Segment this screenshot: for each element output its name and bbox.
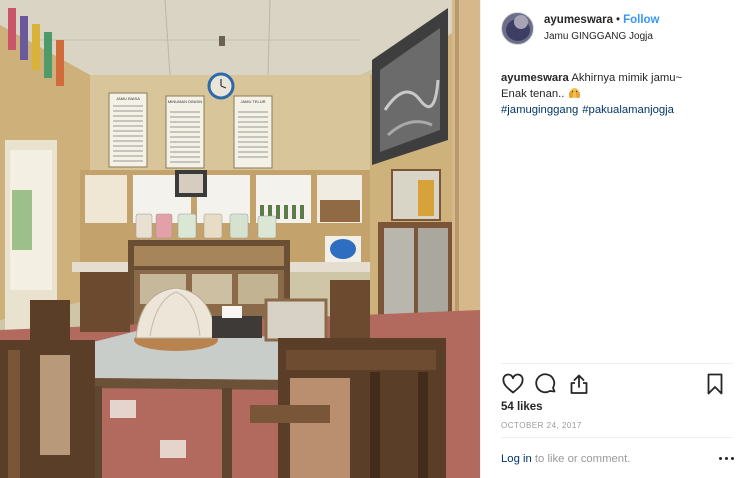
- heart-icon[interactable]: [501, 372, 525, 396]
- location-link[interactable]: Jamu GINGGANG Jogja: [544, 31, 653, 42]
- login-prompt: Log in to like or comment.: [501, 453, 630, 465]
- hands-over-face-emoji-icon: [568, 88, 580, 98]
- login-link[interactable]: Log in: [501, 453, 532, 465]
- action-bar: [501, 372, 727, 398]
- caption-line-2: Enak tenan..: [501, 86, 733, 102]
- likes-count[interactable]: 54 likes: [501, 401, 543, 413]
- post-date[interactable]: OCTOBER 24, 2017: [501, 421, 582, 430]
- user-line: ayumeswara • Follow: [544, 14, 660, 26]
- svg-text:JAMU TELUR: JAMU TELUR: [240, 99, 265, 104]
- comment-icon[interactable]: [534, 372, 558, 396]
- caption-text-2: Enak tenan..: [501, 88, 565, 100]
- separator-dot: •: [616, 14, 621, 26]
- hashtags: #jamuginggang #pakualamanjogja: [501, 102, 733, 118]
- svg-text:MINUMAN DINGIN: MINUMAN DINGIN: [168, 99, 202, 104]
- menu-board-1: JAMU BIASA: [108, 92, 148, 168]
- caption-username-link[interactable]: ayumeswara: [501, 72, 569, 84]
- caption-text: Akhirnya mimik jamu~: [571, 72, 683, 84]
- avatar[interactable]: [501, 12, 534, 45]
- login-suffix: to like or comment.: [534, 453, 631, 465]
- divider: [501, 363, 733, 364]
- post-caption: ayumeswara Akhirnya mimik jamu~ Enak ten…: [501, 70, 733, 118]
- menu-board-3: JAMU TELUR: [233, 95, 273, 169]
- divider: [501, 437, 733, 438]
- post-photo[interactable]: JAMU BIASA MINUMAN DINGIN JAMU TELUR: [0, 0, 480, 478]
- post-header: ayumeswara • Follow Jamu GINGGANG Jogja: [481, 0, 745, 58]
- cafe-interior-image: JAMU BIASA MINUMAN DINGIN JAMU TELUR: [0, 0, 480, 478]
- username-link[interactable]: ayumeswara: [544, 14, 613, 26]
- bookmark-icon[interactable]: [703, 372, 727, 396]
- menu-board-2: MINUMAN DINGIN: [165, 95, 205, 169]
- caption-line-1: ayumeswara Akhirnya mimik jamu~: [501, 70, 733, 86]
- more-options-icon[interactable]: [718, 451, 736, 465]
- post-side-panel: ayumeswara • Follow Jamu GINGGANG Jogja ay…: [480, 0, 745, 478]
- hashtag-link[interactable]: #jamuginggang: [501, 104, 578, 116]
- follow-button[interactable]: Follow: [623, 14, 659, 26]
- share-icon[interactable]: [567, 372, 591, 396]
- svg-text:JAMU BIASA: JAMU BIASA: [116, 96, 140, 101]
- hashtag-link[interactable]: #pakualamanjogja: [582, 104, 674, 116]
